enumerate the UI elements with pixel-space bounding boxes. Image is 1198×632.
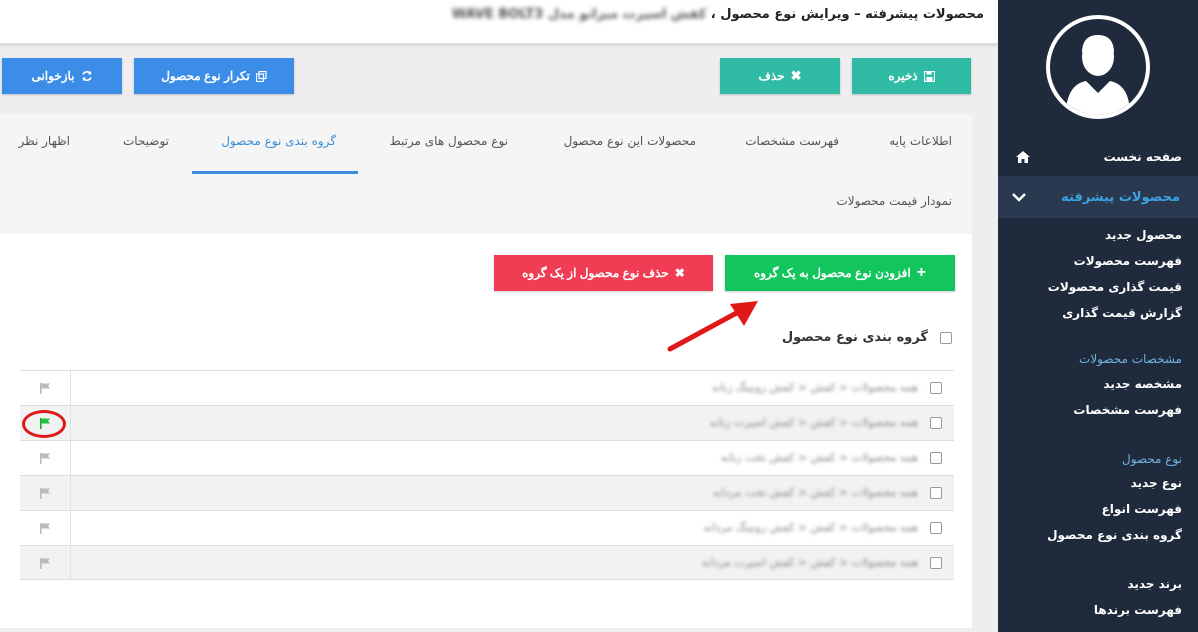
table-row: همه محصولات < کفش < کفش رونینگ زنانه bbox=[20, 370, 954, 405]
row-checkbox[interactable] bbox=[930, 382, 942, 394]
reload-label: بازخوانی bbox=[31, 69, 75, 83]
table-row: همه محصولات < کفش < کفش تخت زنانه bbox=[20, 440, 954, 475]
sidebar-item-type-grouping[interactable]: گروه بندی نوع محصول bbox=[1047, 528, 1182, 542]
group-path: همه محصولات < کفش < کفش تخت مردانه bbox=[712, 486, 918, 499]
table-row: همه محصولات < کفش < کفش اسپرت زنانه bbox=[20, 405, 954, 440]
add-to-group-label: افزودن نوع محصول به یک گروه bbox=[753, 266, 911, 280]
sidebar-item-pricing[interactable]: قیمت گذاری محصولات bbox=[1048, 280, 1182, 294]
add-to-group-button[interactable]: + افزودن نوع محصول به یک گروه bbox=[725, 255, 955, 291]
row-checkbox[interactable] bbox=[930, 487, 942, 499]
tab-basic-info[interactable]: اطلاعات پایه bbox=[889, 134, 952, 148]
flag-icon[interactable] bbox=[20, 371, 70, 405]
sidebar: صفحه نخست محصولات پیشرفته محصول جدید فهر… bbox=[998, 0, 1198, 632]
table-row: همه محصولات < کفش < کفش رونینگ مردانه bbox=[20, 510, 954, 545]
group-table: همه محصولات < کفش < کفش رونینگ زنانه همه… bbox=[20, 370, 954, 580]
save-label: ذخیره bbox=[888, 69, 918, 83]
chevron-down-icon bbox=[1012, 193, 1026, 202]
grouping-panel: + افزودن نوع محصول به یک گروه ✖ حذف نوع … bbox=[0, 234, 972, 628]
red-circle-annotation bbox=[22, 410, 66, 438]
tab-description[interactable]: توضیحات bbox=[123, 134, 169, 148]
group-path: همه محصولات < کفش < کفش رونینگ زنانه bbox=[711, 381, 918, 394]
duplicate-label: تکرار نوع محصول bbox=[161, 69, 250, 83]
top-bar: محصولات پیشرفته – ویرایش نوع محصول ، کفش… bbox=[0, 0, 998, 44]
tab-price-chart[interactable]: نمودار قیمت محصولات bbox=[836, 194, 952, 208]
tab-products-of-type[interactable]: محصولات این نوع محصول bbox=[564, 134, 696, 148]
row-checkbox[interactable] bbox=[930, 417, 942, 429]
group-path: همه محصولات < کفش < کفش رونینگ مردانه bbox=[703, 521, 918, 534]
sidebar-item-new-type[interactable]: نوع جدید bbox=[1131, 476, 1182, 490]
user-icon bbox=[1066, 35, 1130, 115]
sidebar-section-product-type: نوع محصول bbox=[1121, 452, 1182, 466]
home-icon bbox=[1016, 151, 1030, 163]
group-path: همه محصولات < کفش < کفش اسپرت زنانه bbox=[709, 416, 918, 429]
row-checkbox[interactable] bbox=[930, 452, 942, 464]
sidebar-item-home[interactable]: صفحه نخست bbox=[998, 145, 1198, 169]
flag-icon[interactable] bbox=[20, 476, 70, 510]
tab-spec-list[interactable]: فهرست مشخصات bbox=[745, 134, 839, 148]
flag-icon[interactable] bbox=[20, 511, 70, 545]
tab-comments[interactable]: اظهار نظر bbox=[19, 134, 71, 148]
flag-icon[interactable] bbox=[20, 546, 70, 579]
remove-from-group-button[interactable]: ✖ حذف نوع محصول از یک گروه bbox=[494, 255, 713, 291]
sidebar-active-label: محصولات پیشرفته bbox=[1061, 189, 1180, 205]
delete-button[interactable]: ✖ حذف bbox=[720, 58, 840, 94]
sidebar-item-new-product[interactable]: محصول جدید bbox=[1105, 228, 1182, 242]
sidebar-item-new-spec[interactable]: مشخصه جدید bbox=[1103, 377, 1182, 391]
refresh-icon bbox=[81, 71, 92, 81]
table-row: همه محصولات < کفش < کفش تخت مردانه bbox=[20, 475, 954, 510]
tab-related-types[interactable]: نوع محصول های مرتبط bbox=[390, 134, 508, 148]
group-table-title: گروه بندی نوع محصول bbox=[781, 330, 928, 345]
plus-icon: + bbox=[916, 264, 927, 281]
sidebar-section-specs: مشخصات محصولات bbox=[1079, 352, 1182, 366]
delete-label: حذف bbox=[758, 69, 785, 83]
page-title: محصولات پیشرفته – ویرایش نوع محصول ، کفش… bbox=[452, 7, 984, 22]
red-arrow-annotation bbox=[667, 301, 758, 352]
remove-from-group-label: حذف نوع محصول از یک گروه bbox=[522, 266, 669, 280]
flag-icon[interactable] bbox=[20, 441, 70, 475]
row-checkbox[interactable] bbox=[930, 557, 942, 569]
tab-type-grouping[interactable]: گروه بندی نوع محصول bbox=[221, 134, 336, 148]
sidebar-item-product-list[interactable]: فهرست محصولات bbox=[1074, 254, 1182, 268]
close-icon: ✖ bbox=[674, 266, 685, 280]
sidebar-home-label: صفحه نخست bbox=[1103, 150, 1182, 164]
sidebar-item-new-brand[interactable]: برند جدید bbox=[1127, 577, 1182, 591]
sidebar-item-advanced-products[interactable]: محصولات پیشرفته bbox=[998, 176, 1198, 218]
floppy-icon bbox=[923, 70, 935, 82]
sidebar-item-spec-list[interactable]: فهرست مشخصات bbox=[1073, 403, 1182, 417]
active-tab-indicator bbox=[192, 171, 358, 174]
sidebar-item-pricing-report[interactable]: گزارش قیمت گذاری bbox=[1062, 306, 1182, 320]
group-path: همه محصولات < کفش < کفش تخت زنانه bbox=[720, 451, 918, 464]
sidebar-item-brand-list[interactable]: فهرست برندها bbox=[1094, 603, 1182, 617]
copy-icon bbox=[255, 70, 267, 82]
close-icon: ✖ bbox=[790, 68, 802, 83]
tabs-area: اطلاعات پایه فهرست مشخصات محصولات این نو… bbox=[0, 114, 972, 234]
avatar bbox=[1046, 15, 1150, 119]
duplicate-button[interactable]: تکرار نوع محصول bbox=[134, 58, 294, 94]
table-row: همه محصولات < کفش < کفش اسپرت مردانه bbox=[20, 545, 954, 580]
row-checkbox[interactable] bbox=[930, 522, 942, 534]
sidebar-item-type-list[interactable]: فهرست انواع bbox=[1102, 502, 1182, 516]
save-button[interactable]: ذخیره bbox=[852, 58, 971, 94]
reload-button[interactable]: بازخوانی bbox=[2, 58, 122, 94]
group-path: همه محصولات < کفش < کفش اسپرت مردانه bbox=[701, 556, 918, 569]
page-title-text: محصولات پیشرفته – ویرایش نوع محصول ، bbox=[710, 7, 984, 22]
group-table-header: گروه بندی نوع محصول bbox=[782, 330, 952, 345]
product-name-blurred: کفش اسپرت میزانو مدل WAVE BOLT3 bbox=[451, 7, 707, 22]
select-all-checkbox[interactable] bbox=[940, 331, 952, 344]
